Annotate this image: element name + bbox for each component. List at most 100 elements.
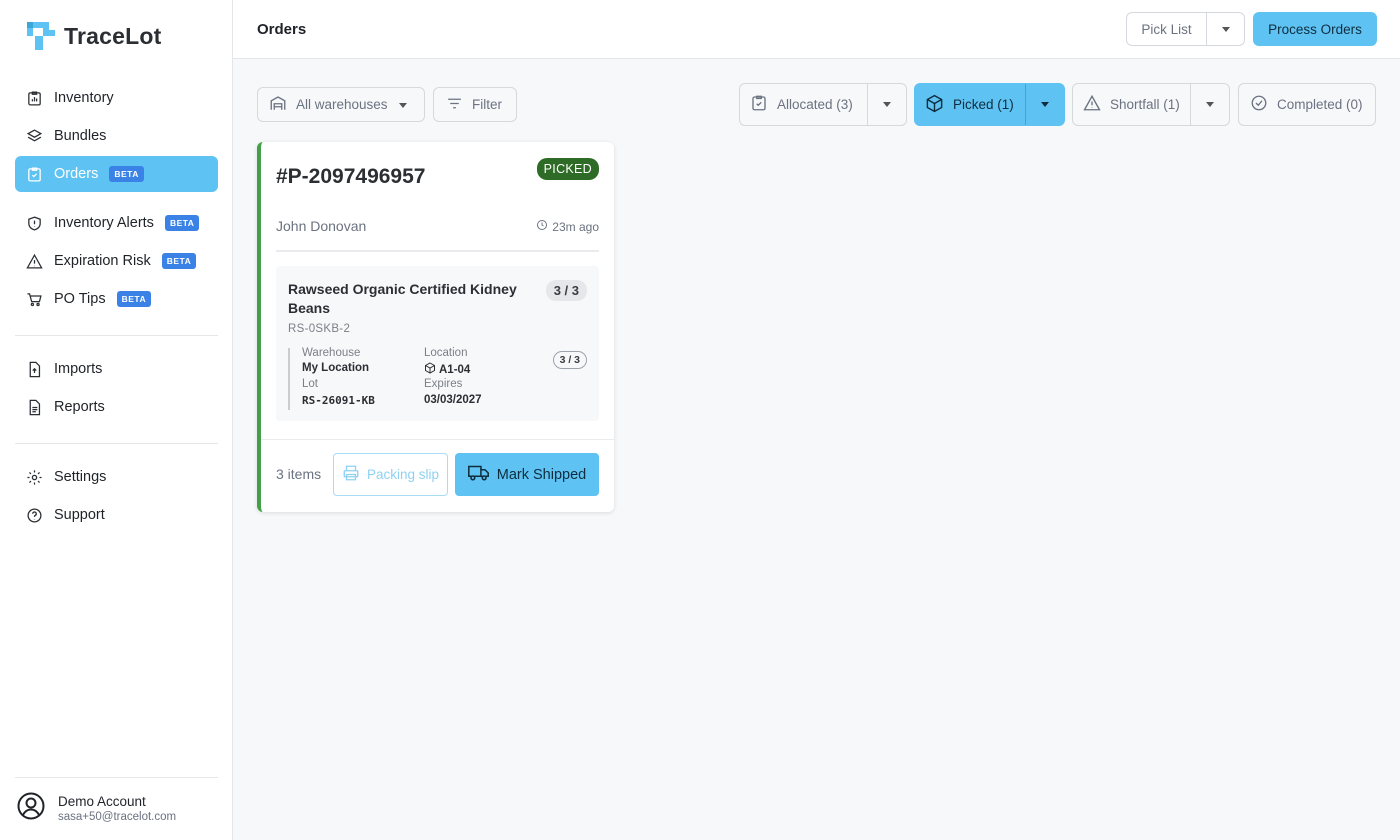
location-value: A1-04 [424,362,470,377]
nav-primary: Inventory Bundles Orders BETA [15,80,218,194]
status-picked-group: Picked (1) [914,83,1065,126]
line-qty-badge: 3 / 3 [545,280,587,301]
beta-badge: BETA [161,253,197,269]
caret-down-icon [883,102,892,107]
items-count: 3 items [276,466,322,482]
sidebar-item-label: Bundles [54,128,107,144]
location-text: A1-04 [439,363,471,376]
warning-icon [1083,94,1101,115]
account-info: Demo Account sasa+50@tracelot.com [58,794,176,823]
expires-value: 03/03/2027 [424,394,482,406]
sidebar-item-label: Support [54,507,105,523]
status-shortfall-dropdown[interactable] [1191,84,1229,125]
status-shortfall-button[interactable]: Shortfall (1) [1073,84,1192,125]
status-picked-dropdown[interactable] [1026,84,1064,125]
sidebar-item-expiration-risk[interactable]: Expiration Risk BETA [15,243,218,279]
sidebar-item-label: Orders [54,166,99,182]
pick-list-split-button: Pick List [1126,12,1245,46]
sidebar-item-settings[interactable]: Settings [15,459,218,495]
warehouse-select-value: All warehouses [296,97,388,112]
status-label: Picked (1) [953,97,1014,112]
status-label: Completed (0) [1277,97,1363,112]
sidebar-item-po-tips[interactable]: PO Tips BETA [15,281,218,317]
status-badge: PICKED [536,158,599,180]
sidebar-item-label: Inventory Alerts [54,215,154,231]
app-logo[interactable]: TraceLot [27,22,161,50]
file-import-icon [26,361,43,378]
status-completed-button[interactable]: Completed (0) [1238,83,1376,126]
time-ago-text: 23m ago [552,219,599,234]
packing-slip-button[interactable]: Packing slip [333,453,448,496]
sidebar-item-label: Imports [54,361,103,377]
chart-clipboard-icon [26,90,43,107]
mark-shipped-button[interactable]: Mark Shipped [455,453,599,496]
shield-icon [26,215,43,232]
pick-list-dropdown-toggle[interactable] [1207,13,1244,45]
caret-down-icon [1041,102,1050,107]
user-avatar-icon [17,792,45,825]
sidebar-item-label: Settings [54,469,107,485]
status-allocated-group: Allocated (3) [739,83,907,126]
top-header: Orders Pick List Process Orders [233,0,1400,59]
sidebar-divider [15,443,218,444]
account-email: sasa+50@tracelot.com [58,811,177,823]
lot-value: RS-26091-KB [302,394,375,407]
pick-detail: Warehouse My Location Location A1-04 Lot… [288,347,588,410]
customer-name: John Donovan [276,218,367,234]
filter-button[interactable]: Filter [433,87,517,122]
pick-qty-badge: 3 / 3 [552,351,587,369]
truck-icon [467,464,489,486]
warehouse-select[interactable]: All warehouses [257,87,425,122]
pick-list-button[interactable]: Pick List [1127,13,1207,45]
sidebar-item-orders[interactable]: Orders BETA [15,156,218,192]
nav-insights: Inventory Alerts BETA Expiration Risk BE… [15,205,218,319]
order-time: 23m ago [536,219,599,234]
order-card[interactable]: #P-2097496957 PICKED John Donovan 23m ag… [257,142,614,512]
sidebar-item-inventory[interactable]: Inventory [15,80,218,116]
sidebar-item-support[interactable]: Support [15,497,218,533]
status-picked-button[interactable]: Picked (1) [915,84,1027,125]
layers-icon [26,128,43,145]
status-allocated-button[interactable]: Allocated (3) [740,84,869,125]
clipboard-check-icon [26,166,43,183]
product-name: Rawseed Organic Certified Kidney Beans [288,281,517,316]
card-divider [276,250,599,252]
location-label: Location [424,347,468,359]
sidebar: TraceLot Inventory Bundles Orders BETA I… [0,0,233,840]
nav-system: Settings Support [15,459,218,535]
file-text-icon [26,399,43,416]
account-menu[interactable]: Demo Account sasa+50@tracelot.com [17,792,176,825]
sidebar-item-bundles[interactable]: Bundles [15,118,218,154]
card-footer-divider [261,439,614,440]
sidebar-divider [15,777,218,778]
product-sku: RS-0SKB-2 [288,323,351,335]
box-icon [424,362,436,377]
beta-badge: BETA [116,291,152,307]
warning-icon [26,253,43,270]
warehouse-icon [269,94,287,115]
status-allocated-dropdown[interactable] [868,84,906,125]
sidebar-item-label: Expiration Risk [54,253,151,269]
order-id: #P-2097496957 [276,165,426,188]
lot-label: Lot [302,378,318,390]
packing-slip-label: Packing slip [366,467,440,482]
check-circle-icon [1250,94,1268,115]
page-title: Orders [257,21,307,38]
printer-icon [342,464,360,485]
filter-label: Filter [472,97,502,112]
caret-down-icon [1206,102,1215,107]
sidebar-divider [15,335,218,336]
beta-badge: BETA [164,215,200,231]
sidebar-item-reports[interactable]: Reports [15,389,218,425]
sidebar-item-imports[interactable]: Imports [15,351,218,387]
sidebar-item-label: Reports [54,399,105,415]
warehouse-value: My Location [302,362,370,374]
caret-down-icon [1221,26,1230,32]
expires-label: Expires [424,378,463,390]
tracelot-logo-icon [27,22,55,50]
gear-icon [26,469,43,486]
line-item: Rawseed Organic Certified Kidney Beans 3… [276,266,599,421]
mark-shipped-label: Mark Shipped [496,466,587,483]
process-orders-button[interactable]: Process Orders [1253,12,1377,46]
sidebar-item-inventory-alerts[interactable]: Inventory Alerts BETA [15,205,218,241]
